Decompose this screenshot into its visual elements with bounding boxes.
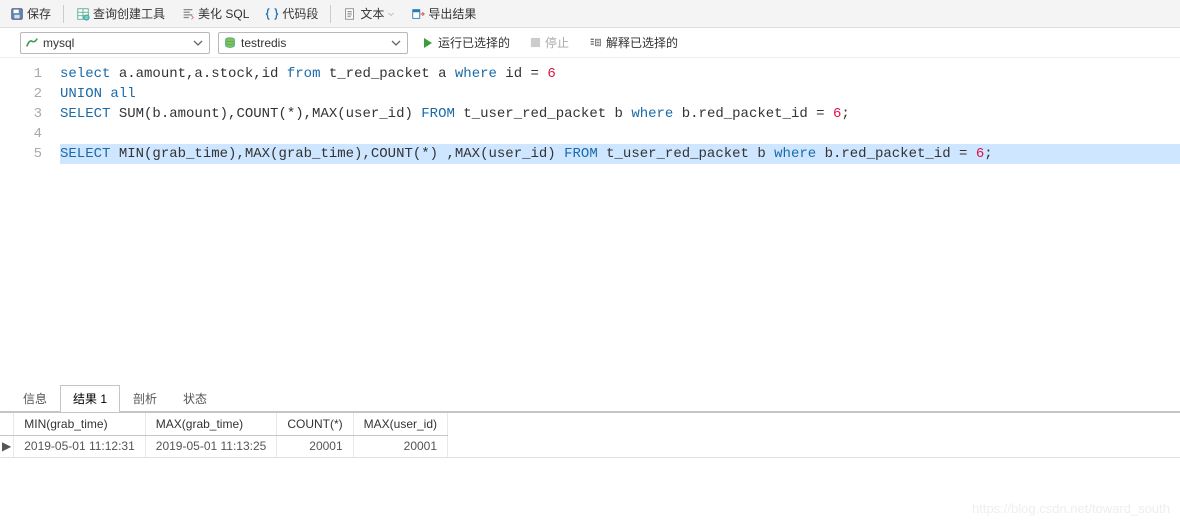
explain-icon [589,36,602,49]
separator [330,5,331,23]
cell[interactable]: 20001 [277,435,353,457]
stop-label: 停止 [545,34,569,51]
explain-button[interactable]: 解释已选择的 [583,34,684,51]
code-content[interactable]: SELECT MIN(grab_time),MAX(grab_time),COU… [60,144,1180,164]
sql-editor[interactable]: 1select a.amount,a.stock,id from t_red_p… [0,58,1180,384]
save-label: 保存 [27,5,51,22]
save-icon [10,7,24,21]
stop-button: 停止 [524,34,575,51]
code-content[interactable]: UNION all [60,84,1180,104]
code-line[interactable]: 5SELECT MIN(grab_time),MAX(grab_time),CO… [0,144,1180,164]
line-number: 5 [0,144,60,164]
code-line[interactable]: 2UNION all [0,84,1180,104]
result-tabs: 信息 结果 1 剖析 状态 [0,384,1180,412]
save-button[interactable]: 保存 [4,3,57,24]
export-icon [411,7,425,21]
column-header[interactable]: MAX(grab_time) [145,413,277,435]
connection-row: mysql testredis 运行已选择的 停止 解释已选择的 [0,28,1180,58]
line-number: 4 [0,124,60,144]
code-line[interactable]: 3SELECT SUM(b.amount),COUNT(*),MAX(user_… [0,104,1180,124]
tab-result[interactable]: 结果 1 [60,385,120,412]
column-header[interactable]: MIN(grab_time) [14,413,146,435]
snippet-label: 代码段 [282,5,318,22]
export-label: 导出结果 [428,5,476,22]
result-table[interactable]: MIN(grab_time)MAX(grab_time)COUNT(*)MAX(… [0,413,1180,457]
column-header[interactable]: COUNT(*) [277,413,353,435]
run-label: 运行已选择的 [438,34,510,51]
query-builder-button[interactable]: 查询创建工具 [70,3,171,24]
code-content[interactable] [60,124,1180,144]
cell[interactable]: 2019-05-01 11:12:31 [14,435,146,457]
export-button[interactable]: 导出结果 [405,3,482,24]
explain-label: 解释已选择的 [606,34,678,51]
line-number: 3 [0,104,60,124]
column-header[interactable]: MAX(user_id) [353,413,447,435]
database-icon [223,36,237,50]
table-icon [76,7,90,21]
code-content[interactable]: SELECT SUM(b.amount),COUNT(*),MAX(user_i… [60,104,1180,124]
braces-icon [265,7,279,21]
tab-info[interactable]: 信息 [10,385,60,412]
mysql-icon [25,36,39,50]
beautify-icon [181,7,195,21]
row-marker: ▶ [0,435,14,457]
line-number: 2 [0,84,60,104]
query-builder-label: 查询创建工具 [93,5,165,22]
connection-label: mysql [39,36,191,50]
play-icon [422,37,434,49]
beautify-label: 美化 SQL [198,5,249,22]
snippet-button[interactable]: 代码段 [259,3,324,24]
document-icon [343,7,357,21]
code-line[interactable]: 1select a.amount,a.stock,id from t_red_p… [0,64,1180,84]
separator [63,5,64,23]
table-row[interactable]: ▶2019-05-01 11:12:312019-05-01 11:13:252… [0,435,448,457]
cell[interactable]: 20001 [353,435,447,457]
cell[interactable]: 2019-05-01 11:13:25 [145,435,277,457]
database-dropdown[interactable]: testredis [218,32,408,54]
main-toolbar: 保存 查询创建工具 美化 SQL 代码段 文本 导出结果 [0,0,1180,28]
code-content[interactable]: select a.amount,a.stock,id from t_red_pa… [60,64,1180,84]
stop-icon [530,37,541,48]
database-label: testredis [237,36,389,50]
chevron-down-icon [387,7,395,21]
text-button[interactable]: 文本 [337,3,401,24]
tab-profile[interactable]: 剖析 [120,385,170,412]
code-line[interactable]: 4 [0,124,1180,144]
chevron-down-icon [191,38,205,48]
line-number: 1 [0,64,60,84]
tab-status[interactable]: 状态 [170,385,220,412]
beautify-button[interactable]: 美化 SQL [175,3,255,24]
chevron-down-icon [389,38,403,48]
row-marker-header [0,413,14,435]
run-selected-button[interactable]: 运行已选择的 [416,34,516,51]
watermark: https://blog.csdn.net/toward_south [972,501,1170,516]
result-area: MIN(grab_time)MAX(grab_time)COUNT(*)MAX(… [0,412,1180,458]
connection-dropdown[interactable]: mysql [20,32,210,54]
text-label: 文本 [360,5,384,22]
